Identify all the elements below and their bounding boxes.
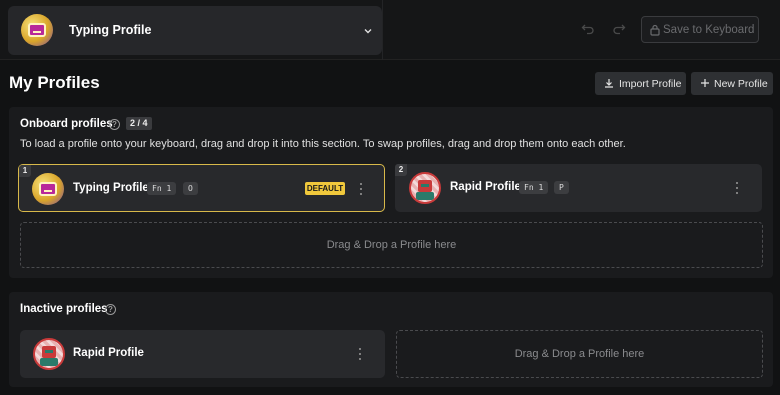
import-profile-label: Import Profile [619, 77, 682, 90]
more-options-icon[interactable] [734, 182, 740, 194]
save-button-label: Save to Keyboard [663, 23, 755, 36]
onboard-section-title: Onboard profiles [20, 118, 113, 130]
default-badge: DEFAULT [305, 182, 345, 195]
onboard-count-badge: 2 / 4 [126, 117, 152, 130]
robot-avatar-icon [409, 172, 441, 204]
hotkey-fn: Fn 1 [519, 181, 549, 194]
onboard-profiles-section: Onboard profiles ? 2 / 4 To load a profi… [9, 107, 773, 278]
hotkey-key: O [183, 182, 198, 195]
help-icon[interactable]: ? [109, 119, 120, 130]
download-icon [605, 79, 613, 88]
profile-card-rapid[interactable]: 2 Rapid Profile Fn 1 P [395, 164, 762, 212]
profile-name: Rapid Profile [73, 347, 144, 359]
current-profile-name: Typing Profile [69, 23, 152, 37]
slot-number: 2 [395, 164, 407, 176]
dropzone-label: Drag & Drop a Profile here [514, 348, 645, 360]
more-options-icon[interactable] [358, 183, 364, 195]
chevron-down-icon [364, 29, 372, 34]
profile-selector-dropdown[interactable]: Typing Profile [8, 6, 382, 55]
help-icon[interactable]: ? [105, 304, 116, 315]
inactive-dropzone[interactable]: Drag & Drop a Profile here [396, 330, 763, 378]
more-options-icon[interactable] [357, 348, 363, 360]
keyboard-avatar-icon [32, 173, 64, 205]
new-profile-button[interactable]: New Profile [691, 72, 773, 95]
profile-card-typing[interactable]: 1 Typing Profile Fn 1 O DEFAULT [18, 164, 385, 212]
new-profile-label: New Profile [714, 77, 768, 90]
redo-icon[interactable] [612, 22, 626, 36]
onboard-description: To load a profile onto your keyboard, dr… [20, 138, 626, 150]
profile-name: Typing Profile [73, 182, 149, 194]
top-bar: Typing Profile Save to Keyboard [0, 0, 780, 60]
dropzone-label: Drag & Drop a Profile here [326, 239, 457, 251]
hotkey-key: P [554, 181, 569, 194]
inactive-section-title: Inactive profiles [20, 303, 108, 315]
plus-icon [701, 79, 709, 87]
undo-icon[interactable] [581, 22, 595, 36]
divider [382, 0, 383, 60]
onboard-dropzone[interactable]: Drag & Drop a Profile here [20, 222, 763, 268]
save-to-keyboard-button[interactable]: Save to Keyboard [641, 16, 759, 43]
inactive-profiles-section: Inactive profiles ? Rapid Profile Drag &… [9, 292, 773, 387]
robot-avatar-icon [33, 338, 65, 370]
lock-icon [650, 24, 660, 36]
hotkey-fn: Fn 1 [147, 182, 177, 195]
slot-number: 1 [19, 165, 31, 177]
profile-avatar-icon [21, 14, 53, 46]
profile-card-rapid-inactive[interactable]: Rapid Profile [20, 330, 385, 378]
page-title: My Profiles [9, 73, 100, 92]
import-profile-button[interactable]: Import Profile [595, 72, 686, 95]
profile-name: Rapid Profile [450, 181, 521, 193]
